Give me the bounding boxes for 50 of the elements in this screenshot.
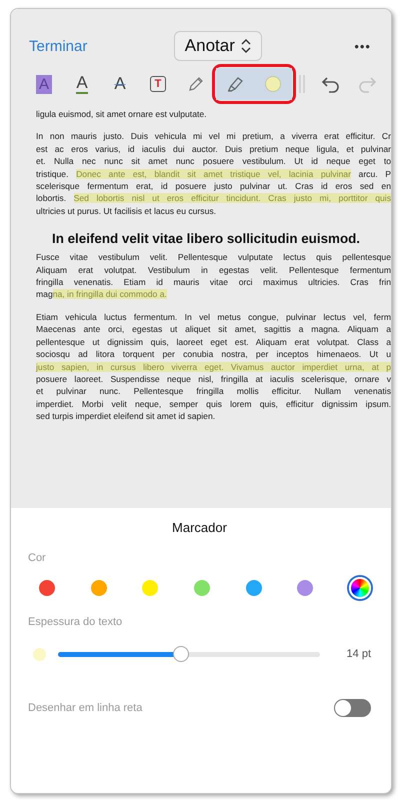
- document-text-line: ligula euismod, sit amet ornare est vulputate.: [36, 108, 208, 120]
- undo-icon: [320, 75, 340, 93]
- document-text-line: In non mauris justo. Duis vehicula mi vel mi pretium, a viverra erat efficitur. Cr: [36, 130, 391, 143]
- color-swatch[interactable]: [39, 580, 55, 596]
- slider-thumb[interactable]: [173, 646, 190, 662]
- pencil-icon: [188, 76, 204, 92]
- document-text-line: Fusce vitae vestibulum velit. Pellentesque vulputate lectus quis pellentesque: [36, 251, 391, 264]
- thickness-label: Espessura do texto: [28, 616, 124, 628]
- document-text-line: tristique. Donec ante est, blandit sit amet tristique vel, lacinia pulvinar arcu. P: [36, 168, 391, 180]
- color-swatch[interactable]: [194, 580, 210, 596]
- document-text-line: pellentesque ut dignissim quis, laoreet eget est. Aliquam erat volutpat. Class a: [36, 336, 391, 348]
- document-text-line: Aliquam erat volutpat. Vestibulum in egestas velit. Pellentesque fermentum: [36, 264, 391, 276]
- document-text-line: lobortis. Sed lobortis nisl ut eros efficitur tincidunt. Cras justo mi, porttitor quis: [36, 192, 391, 205]
- toolbar-handle-icon: [297, 74, 307, 94]
- text-box-tool[interactable]: T: [139, 68, 177, 100]
- underline-tool[interactable]: A: [63, 68, 101, 100]
- marker-icon: [226, 76, 244, 92]
- document-text-line: sed turpis imperdiet eleifend sit amet id sapien.: [36, 410, 216, 423]
- document-text-line: fringilla venenatis. Etiam id mauris vitae orci maximus ultricies. Cras frin: [36, 276, 391, 288]
- marker-tool[interactable]: [216, 68, 254, 100]
- document-text-line: et. Nulla nec nunc sit amet nunc posuere vestibulum. Ut id neque eget to: [36, 155, 391, 168]
- marker-preview-dot: [33, 648, 46, 660]
- document-text-line: Maecenas ante orci, egestas ut aliquet sit amet, sagittis a magna. Aliquam a: [36, 323, 391, 336]
- mode-selector[interactable]: Anotar: [174, 31, 262, 61]
- straight-line-toggle[interactable]: [334, 699, 371, 717]
- more-button[interactable]: •••: [348, 38, 377, 54]
- color-label: Cor: [28, 552, 47, 564]
- thickness-value: 14 pt: [346, 648, 371, 660]
- redo-icon: [358, 75, 378, 93]
- document-text-line: ultricies ut purus. Ut facilisis et lacus eu cursus.: [36, 204, 218, 218]
- sheet-title: Marcador: [171, 520, 228, 535]
- color-tool[interactable]: [254, 68, 292, 100]
- thickness-slider[interactable]: [58, 646, 320, 662]
- document-text-line: posuere laoreet. Suspendisse neque nisl, fringilla at iaculis scelerisque, ornare v: [36, 372, 391, 386]
- color-swatch[interactable]: [90, 580, 107, 596]
- document-text-line: magna, in fringilla dui commodo a.: [36, 288, 168, 301]
- color-swatch[interactable]: [246, 580, 262, 596]
- document-text-line: sociosqu ad litora torquent per conubia nostra, per inceptos himenaeos. Ut u: [36, 348, 391, 360]
- document-text-line: et pulvinar nunc. Pellentesque fringilla mollis efficitur. Nullam venenatis: [36, 385, 391, 398]
- document-text-line: imperdiet. Morbi velit neque, semper quis lorem quis, efficitur dignissim ipsum.: [36, 398, 391, 410]
- straight-line-label: Desenhar em linha reta: [28, 702, 142, 714]
- document-text-line: est ac eros varius, id iaculis dui auctor. Duis pretium neque ligula, et pulvinar: [36, 142, 391, 156]
- color-swatch[interactable]: [142, 580, 158, 596]
- color-swatch[interactable]: [297, 580, 314, 596]
- color-wheel-swatch[interactable]: [348, 577, 371, 599]
- document-text-line: Etiam vehicula luctus fermentum. In vel metus congue, pulvinar lectus vel, ferm: [36, 310, 391, 324]
- document-heading: In eleifend velit vitae libero sollicitudin euismod.: [50, 230, 362, 246]
- document-text-line: scelerisque fermentum erat, id posuere justo pulvinar ut. Cras id eros sed en: [36, 180, 391, 192]
- chevron-up-down-icon: [240, 38, 251, 54]
- color-swatch: [265, 76, 281, 92]
